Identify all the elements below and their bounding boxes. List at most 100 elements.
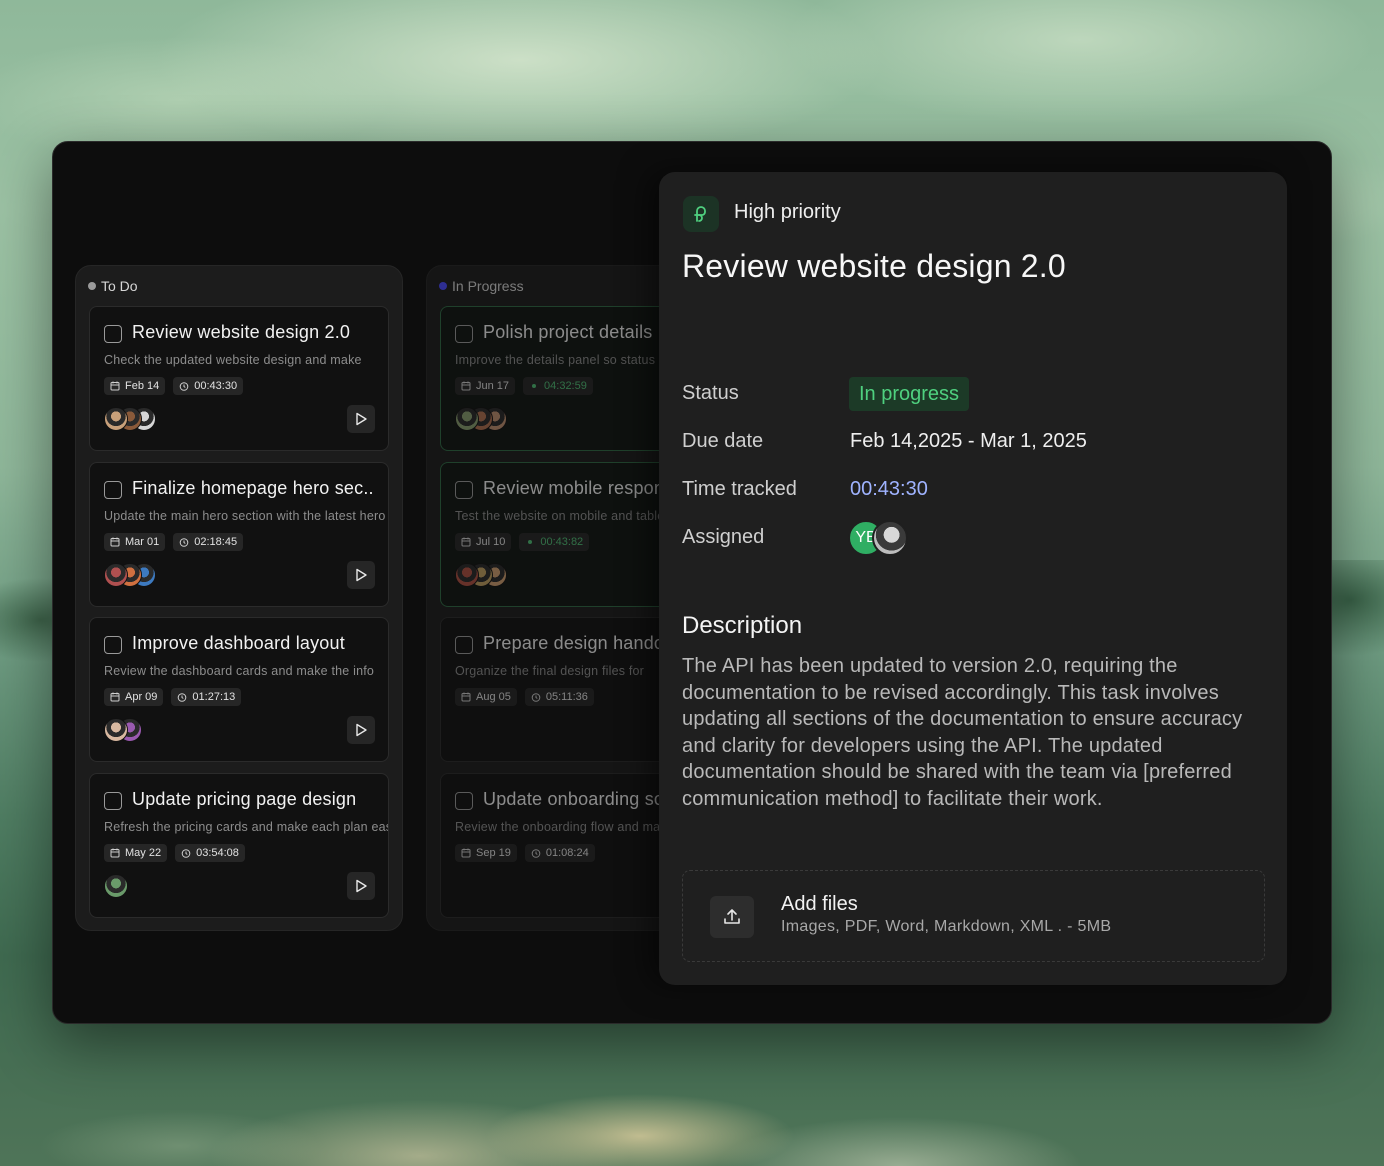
task-checkbox[interactable] [104,325,122,343]
calendar-icon [461,537,471,546]
timer-icon [531,693,541,702]
app-window: To Do Review website design 2.0 Check th… [52,141,1332,1024]
card-meta: May 22 03:54:08 [104,843,245,862]
card-meta: Feb 14 00:43:30 [104,377,244,395]
column-title: In Progress [452,278,524,294]
avatar[interactable] [455,407,479,431]
status-label: Status [682,382,739,404]
card-meta: Jul 10 00:43:82 [455,532,590,551]
due-date-text: Sep 19 [476,846,511,859]
background-ground [0,1016,1384,1166]
card-avatars [455,407,507,431]
card-meta: Apr 09 01:27:13 [104,688,242,706]
column-todo: To Do Review website design 2.0 Check th… [75,265,403,931]
due-date-value[interactable]: Feb 14,2025 - Mar 1, 2025 [850,430,1087,453]
card-meta: Mar 01 02:18:45 [104,532,244,551]
avatar[interactable] [104,562,128,587]
time-text: 00:43:30 [194,380,238,392]
time-chip: 00:43:82 [519,532,590,551]
avatar[interactable] [455,562,479,587]
due-date-text: Jul 10 [476,535,506,548]
due-date-chip: May 22 [104,843,168,862]
task-checkbox[interactable] [455,325,473,343]
due-date-text: May 22 [125,846,162,859]
due-date-text: Jun 17 [476,380,510,392]
calendar-icon [461,381,471,391]
recording-dot-icon [528,539,533,544]
task-detail-panel: High priority Review website design 2.0 … [659,172,1287,985]
time-chip: 01:08:24 [524,843,595,862]
due-date-text: Feb 14 [125,380,160,392]
avatar[interactable] [104,873,128,898]
add-files-title: Add files [781,893,858,915]
time-text: 01:08:24 [545,846,589,859]
calendar-icon [110,692,120,702]
task-card[interactable]: Review website design 2.0 Check the upda… [89,306,389,451]
due-date-text: Mar 01 [125,535,160,548]
time-chip: 01:27:13 [171,688,242,706]
assignee-avatar[interactable] [872,520,908,556]
column-header: In Progress [439,278,524,294]
timer-icon [179,537,189,547]
priority-icon [683,196,719,232]
play-button[interactable] [347,560,375,589]
time-chip: 05:11:36 [524,688,594,706]
calendar-icon [461,692,471,702]
card-description: Update the main hero section with the la… [104,508,386,523]
play-button[interactable] [347,871,375,900]
task-card[interactable]: Finalize homepage hero sec.. Update the … [89,461,389,607]
time-chip: 02:18:45 [173,532,244,551]
due-date-chip: Aug 05 [455,688,517,706]
time-tracked-label: Time tracked [682,478,797,500]
column-header: To Do [88,278,138,294]
description-text: The API has been updated to version 2.0,… [682,655,1243,810]
avatar[interactable] [104,718,128,742]
card-avatars [104,718,142,742]
play-button[interactable] [347,405,375,433]
task-checkbox[interactable] [104,480,122,499]
task-card[interactable]: Improve dashboard layout Review the dash… [89,617,389,762]
card-avatars [455,562,507,587]
play-icon [356,879,367,892]
time-text: 03:54:08 [196,846,239,859]
task-checkbox[interactable] [455,791,473,810]
timer-icon [178,693,187,702]
card-description: Review the dashboard cards and make the … [104,664,375,678]
task-checkbox[interactable] [455,636,473,654]
due-date-chip: Jul 10 [455,532,512,551]
status-dot [439,282,447,290]
recording-dot-icon [532,384,537,388]
card-title: Finalize homepage hero sec.. [132,477,374,498]
upload-icon [724,909,740,924]
task-card[interactable]: Update pricing page design Refresh the p… [89,772,389,918]
time-text: 00:43:82 [540,535,584,548]
assigned-label: Assigned [682,526,765,548]
add-files-hint: Images, PDF, Word, Markdown, XML . - 5MB [781,918,1112,935]
time-text: 02:18:45 [194,535,238,548]
timer-icon [179,382,189,391]
card-meta: Aug 05 05:11:36 [455,688,594,706]
due-date-chip: Sep 19 [455,843,517,862]
time-chip: 04:32:59 [523,377,593,395]
play-icon [356,723,367,737]
status-dot [88,282,96,290]
status-badge[interactable]: In progress [849,377,970,411]
task-checkbox[interactable] [455,480,473,499]
play-icon [356,412,367,426]
due-date-chip: Feb 14 [104,377,166,395]
file-dropzone[interactable]: Add files Images, PDF, Word, Markdown, X… [682,870,1265,962]
avatar[interactable] [104,407,128,431]
calendar-icon [110,381,120,391]
description-heading: Description [682,612,803,639]
task-checkbox[interactable] [104,636,122,654]
time-tracked-value: 00:43:30 [850,478,928,500]
task-checkbox[interactable] [104,791,122,810]
card-title: Review website design 2.0 [132,322,351,342]
upload-button[interactable] [710,896,754,938]
card-meta: Jun 17 04:32:59 [455,377,593,395]
due-date-chip: Jun 17 [455,377,516,395]
timer-icon [181,848,191,858]
card-avatars [104,407,156,431]
play-button[interactable] [347,716,375,744]
due-date-text: Aug 05 [476,691,511,703]
